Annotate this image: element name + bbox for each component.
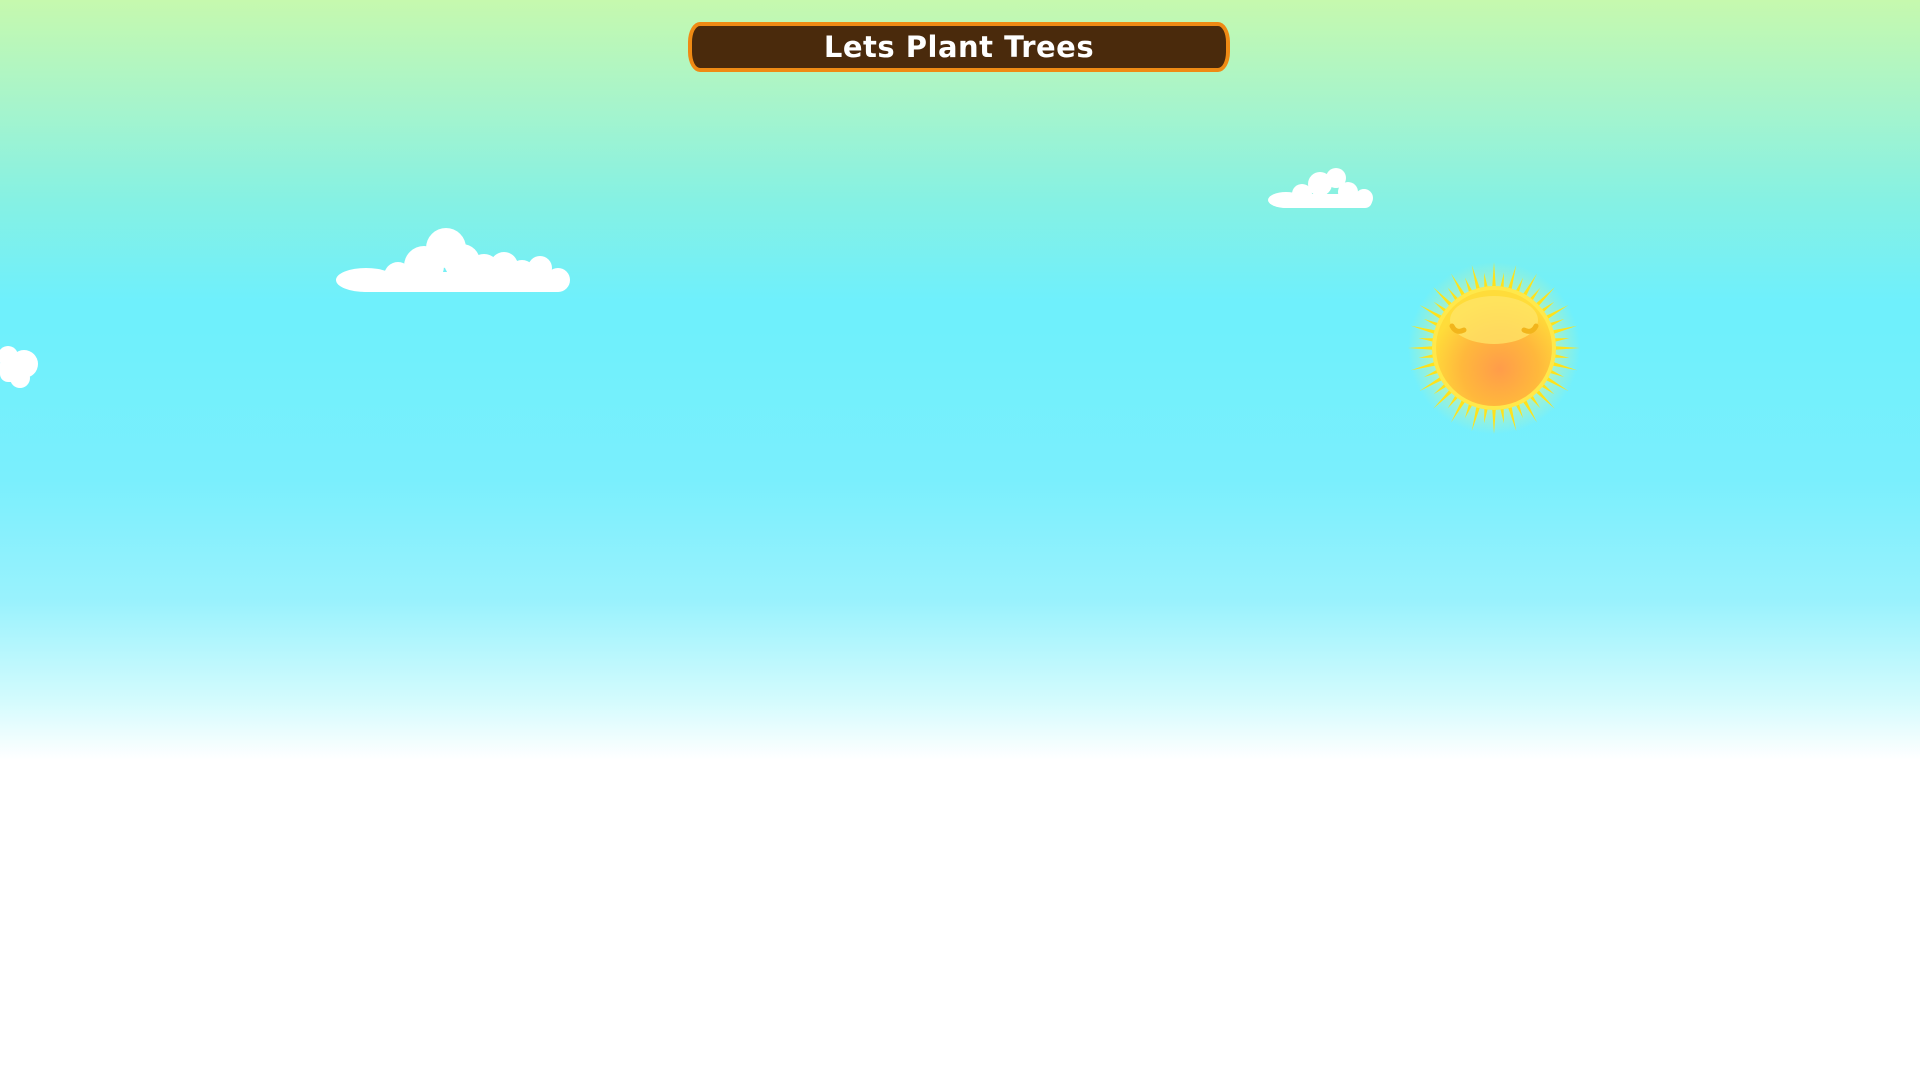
sky-background	[0, 0, 1920, 1080]
cloud-icon	[1268, 168, 1373, 208]
sun-icon	[1408, 262, 1580, 434]
cloud-icon	[336, 228, 570, 292]
cloud-icon	[0, 346, 38, 388]
game-title: Lets Plant Trees	[823, 29, 1095, 64]
title-banner: Lets Plant Trees	[688, 22, 1230, 72]
